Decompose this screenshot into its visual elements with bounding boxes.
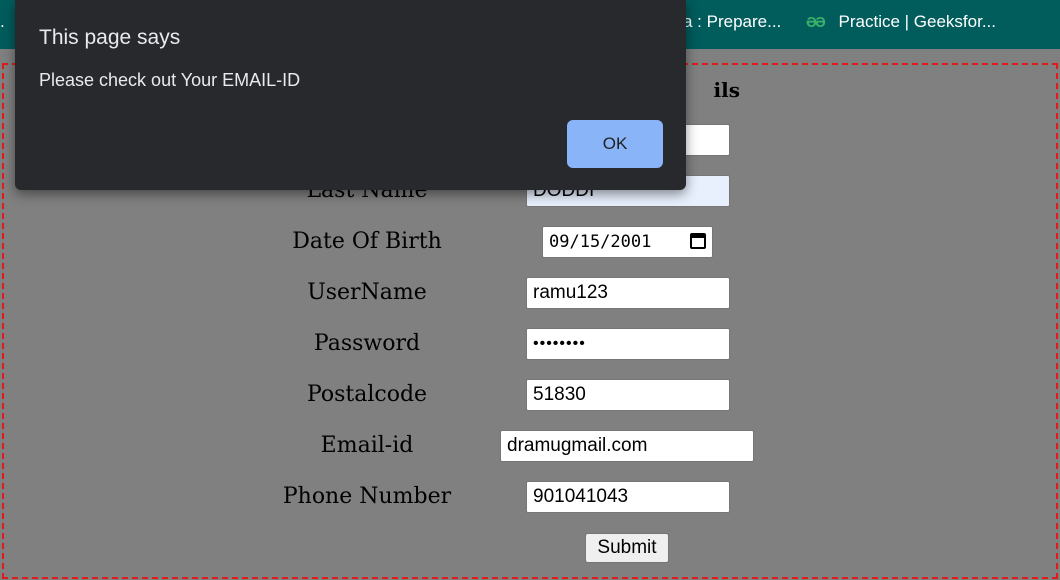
date-value: 09/15/2001 <box>549 232 652 252</box>
username-label: UserName <box>307 280 427 305</box>
ok-button[interactable]: OK <box>567 120 663 168</box>
bookmark-label: Practice | Geeksfor... <box>838 12 997 31</box>
bookmark-item-practice-geeksforgeeks[interactable]: ƏƏ Practice | Geeksfor... <box>806 12 996 32</box>
submit-button[interactable]: Submit <box>585 533 669 563</box>
dialog-message: Please check out Your EMAIL-ID <box>39 70 301 90</box>
password-field[interactable]: •••••••• <box>526 328 730 360</box>
phone-number-label: Phone Number <box>282 484 452 509</box>
password-label: Password <box>313 331 421 356</box>
bookmark-label: a : Prepare... <box>683 12 782 31</box>
bookmark-edge-fragment: . <box>0 12 5 31</box>
email-label: Email-id <box>320 433 414 458</box>
gfg-logo-icon: ƏƏ <box>806 14 826 31</box>
dialog-title: This page says <box>39 26 181 49</box>
date-of-birth-field[interactable]: 09/15/2001 <box>542 226 713 258</box>
calendar-icon[interactable] <box>690 233 706 249</box>
postalcode-label: Postalcode <box>306 382 428 407</box>
phone-number-field[interactable]: 901041043 <box>526 481 730 513</box>
email-field[interactable]: dramugmail.com <box>500 430 754 462</box>
browser-viewport: . a : Prepare... ƏƏ Practice | Geeksfor.… <box>0 0 1060 580</box>
bookmark-item-prepare[interactable]: a : Prepare... <box>683 12 781 32</box>
username-field[interactable]: ramu123 <box>526 277 730 309</box>
alert-dialog: This page says Please check out Your EMA… <box>15 0 686 190</box>
date-of-birth-label: Date Of Birth <box>292 229 442 254</box>
postalcode-field[interactable]: 51830 <box>526 379 730 411</box>
